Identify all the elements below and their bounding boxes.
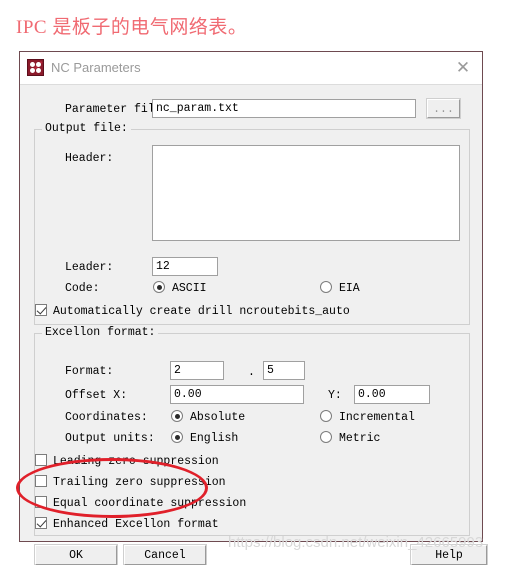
- code-radio-ascii[interactable]: [153, 281, 165, 293]
- icon-dot-bottom-left: [30, 68, 35, 73]
- auto-create-checkbox[interactable]: [35, 304, 47, 316]
- format-separator: .: [248, 366, 255, 379]
- leading-zero-suppression-label: Leading zero suppression: [53, 455, 219, 468]
- code-radio-eia[interactable]: [320, 281, 332, 293]
- offset-x-label: Offset X:: [65, 389, 128, 402]
- leader-input[interactable]: 12: [152, 257, 218, 276]
- dialog-titlebar: NC Parameters ✕: [20, 52, 482, 85]
- format-label: Format:: [65, 365, 114, 378]
- trailing-zero-suppression-checkbox[interactable]: [35, 475, 47, 487]
- offset-y-input[interactable]: 0.00: [354, 385, 430, 404]
- leader-label: Leader:: [65, 261, 114, 274]
- output-units-radio-english[interactable]: [171, 431, 183, 443]
- coordinates-radio-incremental[interactable]: [320, 410, 332, 422]
- parameter-file-browse-button[interactable]: ...: [427, 99, 460, 118]
- output-file-group-title: Output file:: [42, 122, 131, 135]
- excellon-format-group-title: Excellon format:: [42, 326, 159, 339]
- output-units-label: Output units:: [65, 432, 155, 445]
- equal-coordinate-suppression-checkbox[interactable]: [35, 496, 47, 508]
- dialog-body: Parameter file: nc_param.txt ... Output …: [20, 85, 487, 565]
- auto-create-label: Automatically create drill ncroutebits_a…: [53, 305, 350, 318]
- output-units-radio-english-label: English: [190, 432, 239, 445]
- parameter-file-input[interactable]: nc_param.txt: [152, 99, 416, 118]
- icon-dot-top-right: [36, 62, 41, 67]
- ok-button[interactable]: OK: [35, 545, 117, 565]
- icon-dot-top-left: [30, 62, 35, 67]
- close-icon[interactable]: ✕: [450, 56, 476, 80]
- coordinates-radio-incremental-label: Incremental: [339, 411, 415, 424]
- code-radio-eia-label: EIA: [339, 282, 360, 295]
- page-heading: IPC 是板子的电气网络表。: [16, 17, 248, 38]
- coordinates-radio-absolute[interactable]: [171, 410, 183, 422]
- offset-x-input[interactable]: 0.00: [170, 385, 304, 404]
- watermark: https://blog.csdn.net/weixin_42665993: [228, 534, 484, 551]
- coordinates-label: Coordinates:: [65, 411, 148, 424]
- output-units-radio-metric-label: Metric: [339, 432, 381, 445]
- icon-dot-bottom-right: [36, 68, 41, 73]
- format-decimal-input[interactable]: 5: [263, 361, 305, 380]
- output-units-radio-metric[interactable]: [320, 431, 332, 443]
- offset-y-label: Y:: [328, 389, 342, 402]
- format-integer-input[interactable]: 2: [170, 361, 224, 380]
- code-label: Code:: [65, 282, 100, 295]
- nc-parameters-app-icon: [27, 59, 44, 76]
- enhanced-excellon-format-checkbox[interactable]: [35, 517, 47, 529]
- header-label: Header:: [65, 152, 114, 165]
- cancel-button[interactable]: Cancel: [124, 545, 206, 565]
- nc-parameters-dialog: NC Parameters ✕ Parameter file: nc_param…: [19, 51, 487, 565]
- coordinates-radio-absolute-label: Absolute: [190, 411, 246, 424]
- leading-zero-suppression-checkbox[interactable]: [35, 454, 47, 466]
- equal-coordinate-suppression-label: Equal coordinate suppression: [53, 497, 247, 510]
- enhanced-excellon-format-label: Enhanced Excellon format: [53, 518, 219, 531]
- dialog-title: NC Parameters: [51, 60, 141, 75]
- trailing-zero-suppression-label: Trailing zero suppression: [53, 476, 226, 489]
- code-radio-ascii-label: ASCII: [172, 282, 207, 295]
- header-textarea[interactable]: [152, 145, 460, 241]
